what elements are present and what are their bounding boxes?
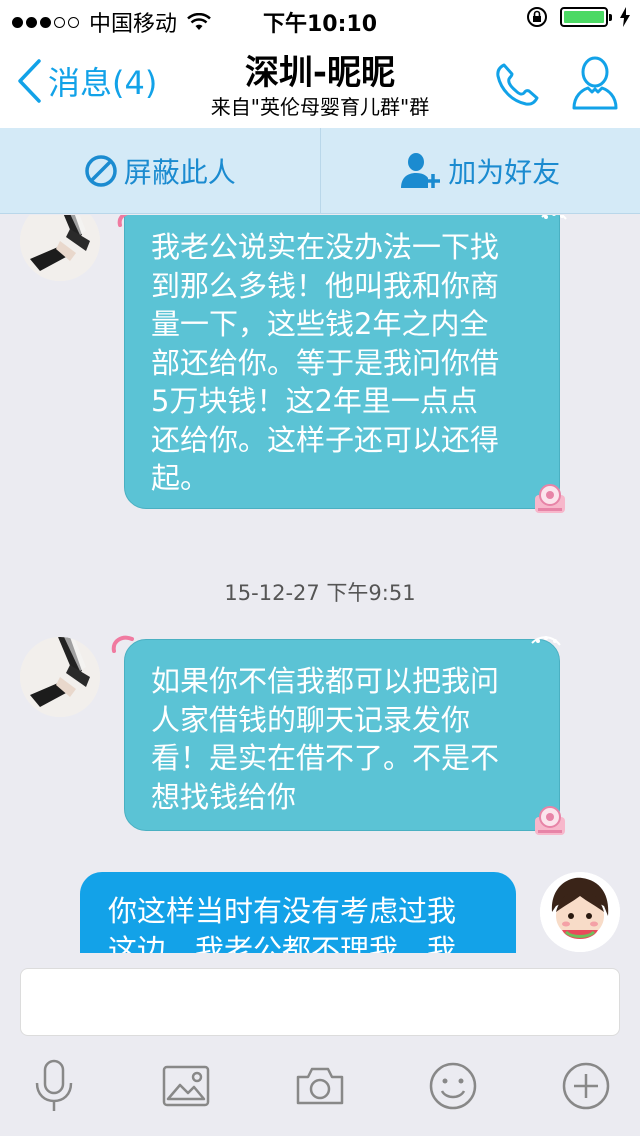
telephone-sticker-icon: [535, 484, 565, 513]
nav-title-group: 深圳-昵昵 来自"英伦母婴育儿群"群: [160, 52, 480, 120]
bubble-deco-icon: [117, 215, 134, 227]
emoji-button[interactable]: [428, 1061, 478, 1115]
sender-avatar-image: [20, 215, 100, 281]
message-text: 你这样当时有没有考虑过我 这边，我老公都不理我，我: [108, 894, 457, 953]
sender-avatar[interactable]: [20, 637, 100, 717]
self-avatar-image: [540, 872, 620, 952]
bubble-corner-deco-icon: [541, 215, 567, 220]
profile-button[interactable]: [570, 54, 620, 116]
message-input[interactable]: [20, 968, 620, 1036]
contact-action-bar: 屏蔽此人 加为好友: [0, 128, 640, 214]
emoji-icon: [429, 1062, 477, 1110]
voice-button[interactable]: [32, 1059, 76, 1117]
back-label: 消息(4): [48, 64, 158, 102]
camera-button[interactable]: [294, 1065, 346, 1111]
telephone-sticker-icon: [535, 806, 565, 835]
bubble-corner-deco-icon: [531, 636, 561, 646]
user-profile-icon: [572, 56, 618, 110]
status-bar: 中国移动 下午10:10: [0, 0, 640, 40]
chat-message-list[interactable]: 我老公说实在没办法一下找 到那么多钱！他叫我和你商 量一下，这些钱2年之内全 部…: [0, 215, 640, 953]
rotation-lock-icon: [527, 7, 547, 27]
phone-icon: [496, 63, 539, 106]
sender-avatar-image: [20, 637, 100, 717]
self-avatar[interactable]: [540, 872, 620, 952]
status-right: [526, 6, 630, 28]
block-user-label: 屏蔽此人: [123, 155, 236, 189]
chevron-left-icon: [18, 59, 41, 103]
block-icon: [84, 154, 117, 187]
plus-icon: [562, 1062, 610, 1110]
microphone-icon: [35, 1059, 73, 1111]
message-timestamp: 15-12-27 下午9:51: [224, 581, 416, 605]
navigation-bar: 消息(4) 深圳-昵昵 来自"英伦母婴育儿群"群: [0, 40, 640, 128]
message-text: 我老公说实在没办法一下找 到那么多钱！他叫我和你商 量一下，这些钱2年之内全 部…: [151, 230, 500, 495]
add-friend-label: 加为好友: [448, 155, 561, 189]
camera-icon: [296, 1067, 344, 1105]
message-bubble-incoming[interactable]: 如果你不信我都可以把我问 人家借钱的聊天记录发你 看！是实在借不了。不是不 想找…: [124, 639, 560, 831]
image-button[interactable]: [162, 1065, 210, 1111]
back-button[interactable]: 消息(4): [16, 58, 157, 104]
more-button[interactable]: [561, 1061, 611, 1115]
page-title: 深圳-昵昵: [244, 53, 396, 93]
image-icon: [162, 1065, 210, 1107]
sender-avatar[interactable]: [20, 215, 100, 281]
message-input-area: [0, 953, 640, 1136]
call-button[interactable]: [492, 60, 542, 114]
add-friend-button[interactable]: 加为好友: [321, 128, 640, 213]
message-text: 如果你不信我都可以把我问 人家借钱的聊天记录发你 看！是实在借不了。不是不 想找…: [151, 664, 500, 814]
page-subtitle: 来自"英伦母婴育儿群"群: [210, 95, 430, 119]
message-bubble-outgoing[interactable]: 你这样当时有没有考虑过我 这边，我老公都不理我，我: [80, 872, 516, 953]
message-bubble-incoming[interactable]: 我老公说实在没办法一下找 到那么多钱！他叫我和你商 量一下，这些钱2年之内全 部…: [124, 215, 560, 509]
block-user-button[interactable]: 屏蔽此人: [0, 128, 320, 213]
add-user-icon: [401, 152, 441, 188]
charging-icon: [620, 7, 630, 27]
battery-icon: [560, 7, 612, 27]
bubble-deco-icon: [111, 635, 134, 653]
